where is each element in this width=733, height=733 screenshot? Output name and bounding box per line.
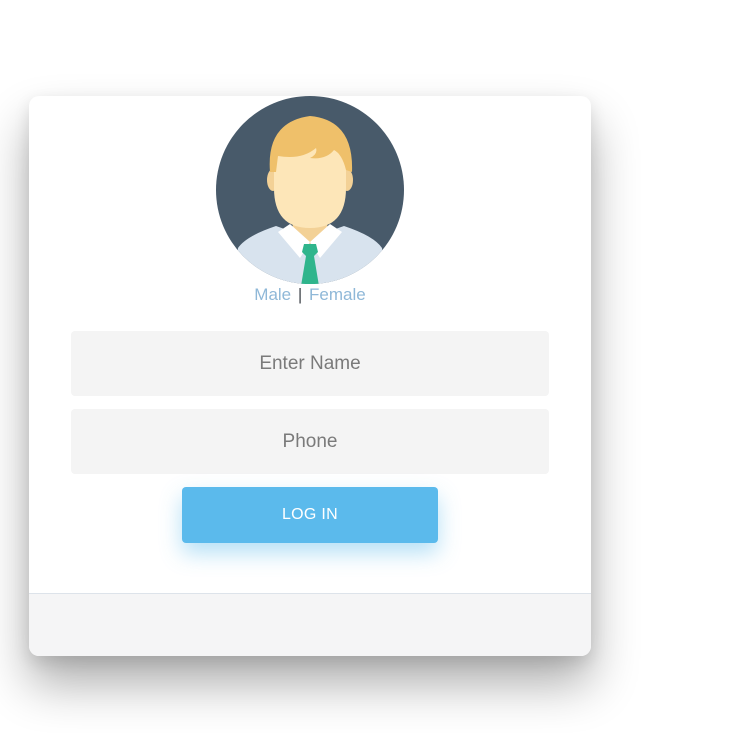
gender-selector: Male | Female [29, 285, 591, 305]
login-card: Male | Female LOG IN [29, 96, 591, 656]
gender-male-link[interactable]: Male [254, 285, 291, 304]
gender-female-link[interactable]: Female [309, 285, 366, 304]
avatar [216, 96, 404, 284]
page: Male | Female LOG IN [0, 0, 733, 733]
gender-separator: | [297, 285, 303, 304]
phone-input[interactable] [71, 409, 549, 474]
card-footer [29, 593, 591, 656]
male-user-avatar-icon [216, 96, 404, 284]
name-input[interactable] [71, 331, 549, 396]
login-button[interactable]: LOG IN [182, 487, 438, 543]
